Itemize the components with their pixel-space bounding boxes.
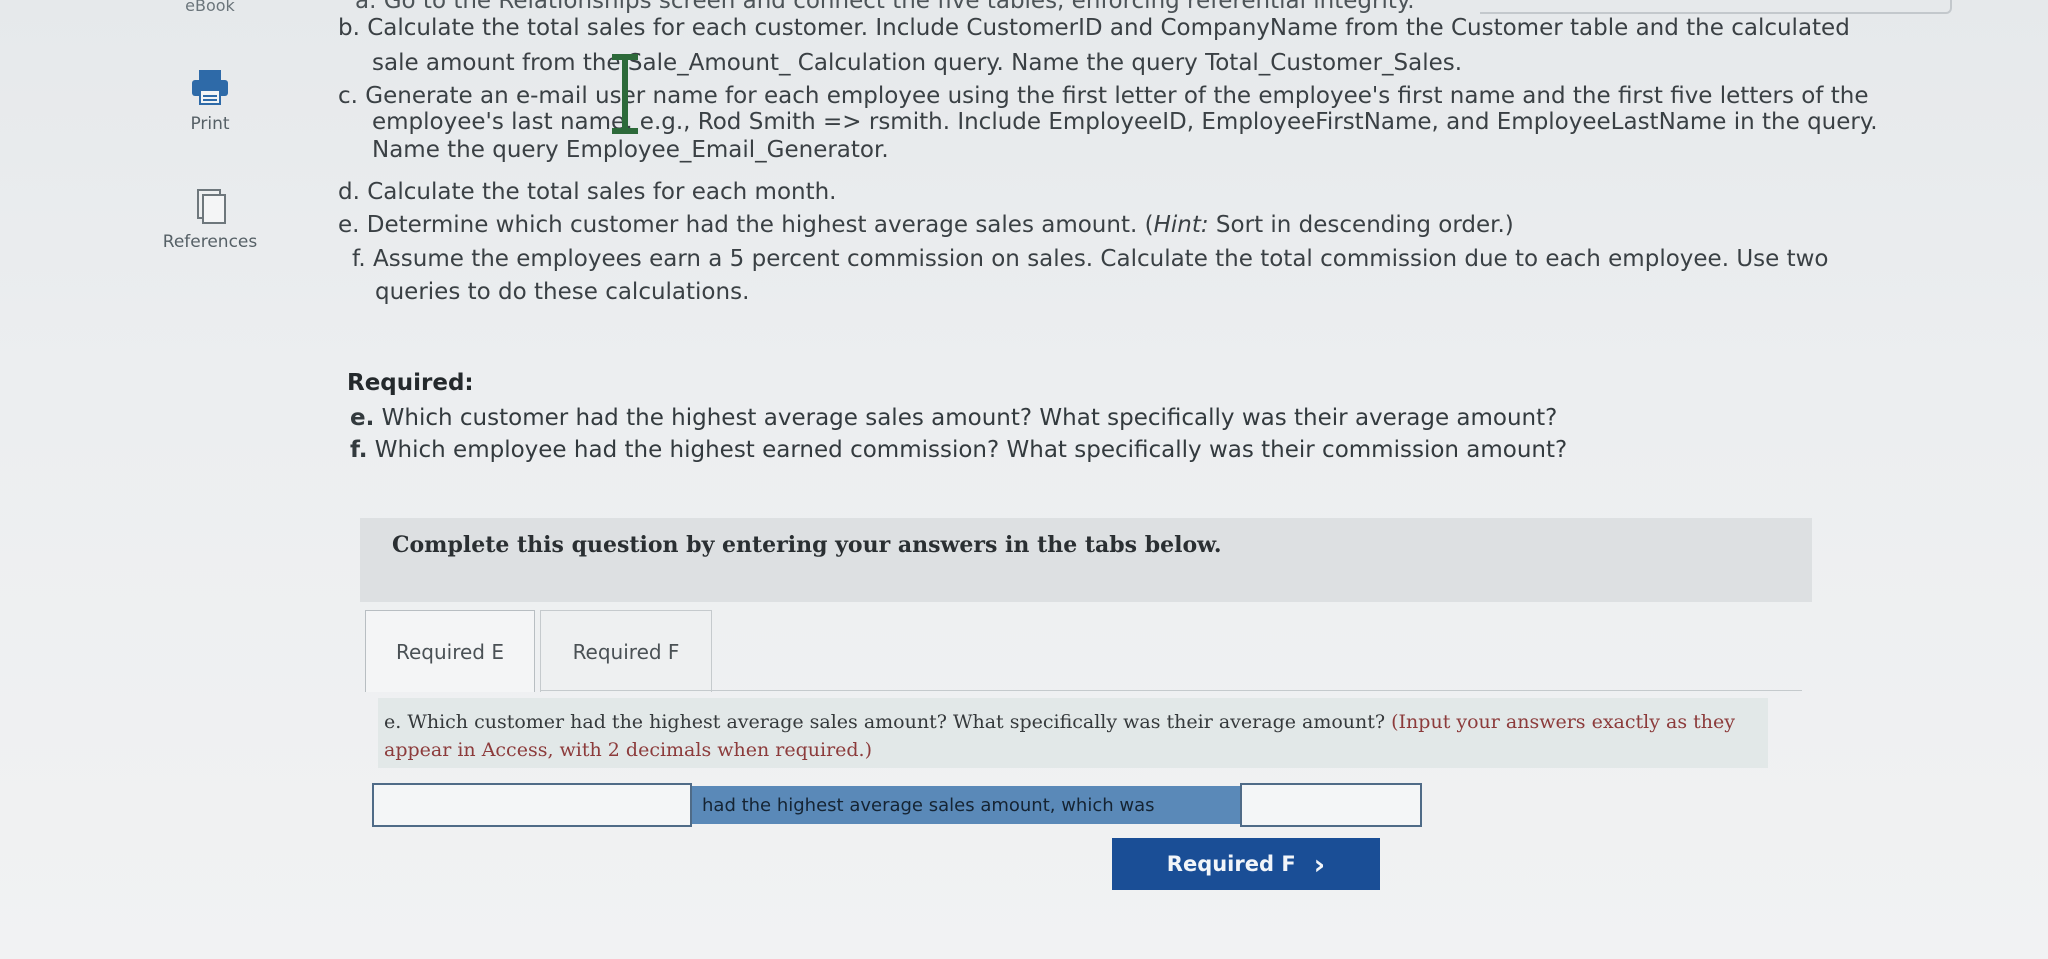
tab-divider <box>540 690 1802 691</box>
chevron-right-icon: › <box>1313 847 1326 881</box>
required-e-letter: e. <box>350 405 375 431</box>
panel-heading: Complete this question by entering your … <box>392 532 1222 558</box>
instruction-e: e. Determine which customer had the high… <box>338 213 1514 238</box>
instruction-b-1: b. Calculate the total sales for each cu… <box>338 15 1850 41</box>
question-text: e. Which customer had the highest averag… <box>384 708 1764 764</box>
amount-answer-input[interactable] <box>1240 783 1422 827</box>
tab-required-f-label: Required F <box>572 639 680 664</box>
question-panel-header: Complete this question by entering your … <box>360 518 1812 602</box>
required-f-text: Which employee had the highest earned co… <box>367 437 1568 463</box>
instruction-c-3: Name the query Employee_Email_Generator. <box>372 137 889 163</box>
required-f: f. Which employee had the highest earned… <box>350 437 1567 463</box>
tab-required-f[interactable]: Required F <box>540 610 712 692</box>
left-rail: eBook Print References <box>140 0 280 300</box>
next-required-f-button[interactable]: Required F › <box>1112 838 1380 890</box>
question-main: e. Which customer had the highest averag… <box>384 711 1386 733</box>
ebook-button[interactable]: eBook <box>140 0 280 16</box>
panel-border <box>1480 0 1952 14</box>
print-label: Print <box>190 114 230 134</box>
instruction-d: d. Calculate the total sales for each mo… <box>338 179 837 205</box>
instruction-e-hint: Hint: <box>1153 212 1209 238</box>
instruction-f-1: f. Assume the employees earn a 5 percent… <box>352 246 1829 272</box>
instruction-f-2: queries to do these calculations. <box>375 279 750 305</box>
required-f-letter: f. <box>350 437 368 463</box>
answer-connector-label: had the highest average sales amount, wh… <box>692 786 1242 824</box>
references-icon <box>197 189 226 224</box>
instruction-b-2: sale amount from the Sale_Amount_ Calcul… <box>372 50 1463 76</box>
question-box: e. Which customer had the highest averag… <box>378 698 1768 768</box>
print-button[interactable]: Print <box>140 68 280 134</box>
tab-required-e[interactable]: Required E <box>365 610 535 692</box>
instruction-e-text: e. Determine which customer had the high… <box>338 212 1154 238</box>
next-button-label: Required F <box>1166 852 1296 876</box>
instruction-c-1: c. Generate an e-mail user name for each… <box>338 83 1869 109</box>
customer-answer-input[interactable] <box>372 783 692 827</box>
required-e-text: Which customer had the highest average s… <box>374 405 1558 431</box>
instruction-c-2: employee's last name, e.g., Rod Smith =>… <box>372 109 1878 135</box>
references-label: References <box>162 232 258 252</box>
instruction-a: a. Go to the Relationships screen and co… <box>355 0 1415 14</box>
tab-required-e-label: Required E <box>395 639 504 664</box>
printer-icon <box>192 70 228 105</box>
required-e: e. Which customer had the highest averag… <box>350 405 1557 431</box>
instruction-e-text-end: Sort in descending order.) <box>1208 212 1514 238</box>
text-cursor-icon <box>612 54 638 134</box>
page: eBook Print References a. Go to the Rela… <box>0 0 2048 959</box>
references-button[interactable]: References <box>140 188 280 252</box>
required-heading: Required: <box>347 370 474 396</box>
ebook-label: eBook <box>185 0 235 15</box>
